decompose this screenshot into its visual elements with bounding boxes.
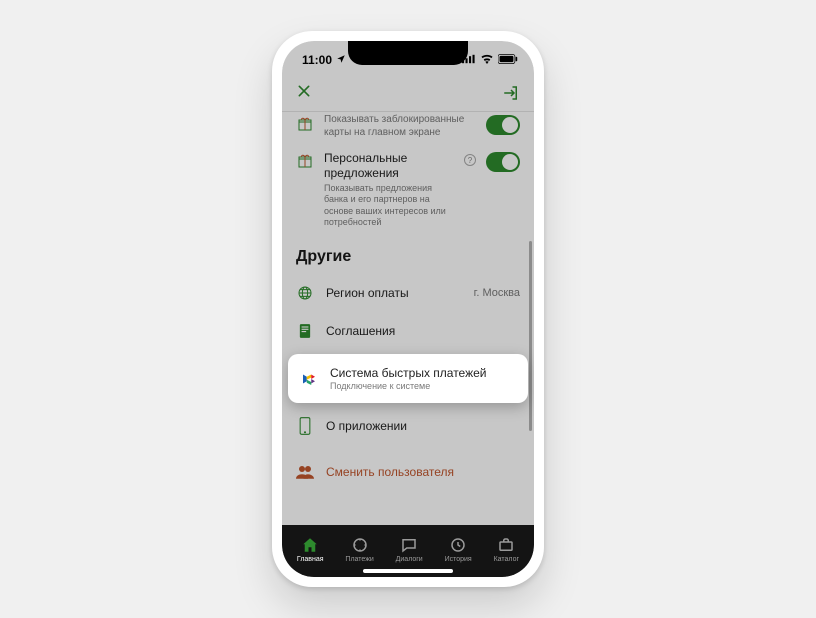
tab-payments-label: Платежи xyxy=(345,556,373,563)
section-other-header: Другие xyxy=(282,234,534,274)
row-region-title: Регион оплаты xyxy=(326,286,462,300)
settings-content: Показывать заблокированные карты на глав… xyxy=(282,111,534,525)
globe-icon xyxy=(296,284,314,302)
tab-bar: Главная Платежи Диалоги История xyxy=(282,525,534,577)
setting-blocked-cards: Показывать заблокированные карты на глав… xyxy=(282,111,534,145)
close-icon[interactable] xyxy=(296,82,312,105)
users-icon xyxy=(296,463,314,481)
tab-catalog-label: Каталог xyxy=(494,556,519,563)
chat-icon xyxy=(400,536,418,554)
exit-icon[interactable] xyxy=(502,84,520,102)
clock-icon xyxy=(449,536,467,554)
tab-catalog[interactable]: Каталог xyxy=(494,536,519,563)
tab-payments[interactable]: Платежи xyxy=(345,536,373,563)
scrollbar-thumb[interactable] xyxy=(529,241,532,431)
setting-offers-sub: Показывать предложения банка и его партн… xyxy=(324,183,454,228)
briefcase-icon xyxy=(497,536,515,554)
wifi-icon xyxy=(480,53,494,67)
tab-home[interactable]: Главная xyxy=(297,536,324,563)
home-icon xyxy=(301,536,319,554)
row-sbp-title: Система быстрых платежей xyxy=(330,366,516,380)
status-time: 11:00 xyxy=(302,53,332,67)
screen: 11:00 xyxy=(282,41,534,577)
phone-icon xyxy=(296,417,314,435)
setting-offers: Персональные предложения Показывать пред… xyxy=(282,145,534,234)
sbp-icon xyxy=(300,370,318,388)
toggle-offers[interactable] xyxy=(486,152,520,172)
row-agreements-title: Соглашения xyxy=(326,324,520,338)
document-icon xyxy=(296,322,314,340)
phone-mockup: 11:00 xyxy=(272,31,544,587)
location-icon xyxy=(336,53,346,67)
row-sbp-sub: Подключение к системе xyxy=(330,381,516,391)
toggle-blocked-cards[interactable] xyxy=(486,115,520,135)
gift-icon xyxy=(296,115,314,133)
nav-bar xyxy=(282,75,534,111)
row-switch-user[interactable]: Сменить пользователя xyxy=(282,453,534,491)
notch xyxy=(348,41,468,65)
row-region-value: г. Москва xyxy=(474,287,520,299)
row-region[interactable]: Регион оплаты г. Москва xyxy=(282,274,534,312)
tab-dialogs-label: Диалоги xyxy=(396,556,423,563)
row-about-title: О приложении xyxy=(326,419,520,433)
tab-dialogs[interactable]: Диалоги xyxy=(396,536,423,563)
row-agreements[interactable]: Соглашения xyxy=(282,312,534,350)
row-about[interactable]: О приложении xyxy=(282,407,534,445)
row-sbp[interactable]: Система быстрых платежей Подключение к с… xyxy=(288,354,528,403)
setting-blocked-cards-title: Показывать заблокированные карты на глав… xyxy=(324,114,476,139)
tab-history[interactable]: История xyxy=(445,536,472,563)
payments-icon xyxy=(351,536,369,554)
row-switch-user-title: Сменить пользователя xyxy=(326,465,520,479)
setting-offers-title: Персональные предложения xyxy=(324,151,454,181)
tab-home-label: Главная xyxy=(297,556,324,563)
battery-icon xyxy=(498,53,518,67)
help-icon[interactable]: ? xyxy=(464,154,476,166)
gift-icon xyxy=(296,152,314,170)
tab-history-label: История xyxy=(445,556,472,563)
